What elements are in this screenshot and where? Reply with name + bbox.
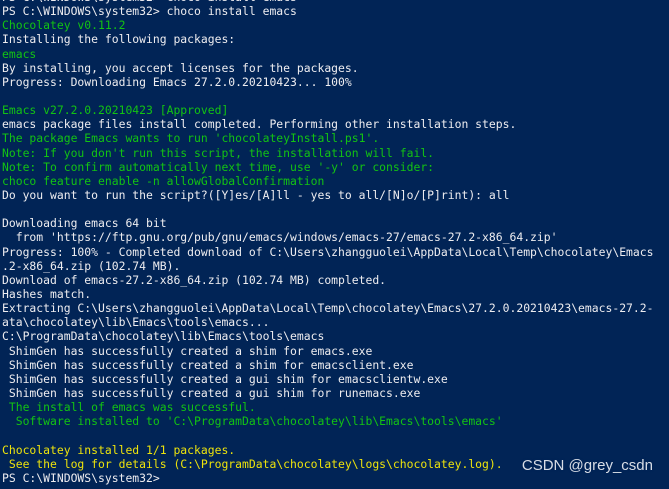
output-line: Progress: Downloading Emacs 27.2.0.20210…	[2, 74, 352, 89]
output-line: The install of emacs was successful.	[2, 400, 256, 415]
output-line: PS C:\WINDOWS\system32> choco install em…	[2, 4, 297, 19]
output-line: C:\ProgramData\chocolatey\lib\Emacs\tool…	[2, 329, 325, 344]
output-line: ShimGen has successfully created a gui s…	[2, 371, 448, 386]
output-line: emacs	[2, 46, 37, 61]
output-line: ata\chocolatey\lib\Emacs\tools\emacs...	[2, 315, 270, 330]
output-line: ShimGen has successfully created a shim …	[2, 357, 414, 372]
output-line: Do you want to run the script?([Y]es/[A]…	[2, 187, 510, 202]
terminal-output[interactable]: PS C:\WINDOWS\system32> choco install em…	[2, 0, 669, 485]
output-line: Extracting C:\Users\zhangguolei\AppData\…	[2, 301, 654, 316]
output-line: The package Emacs wants to run 'chocolat…	[2, 131, 380, 146]
output-line: Hashes match.	[2, 286, 92, 301]
output-line: Chocolatey installed 1/1 packages.	[2, 442, 236, 457]
output-line: emacs package files install completed. P…	[2, 117, 517, 132]
output-line: Emacs v27.2.0.20210423 [Approved]	[2, 103, 229, 118]
output-line: By installing, you accept licenses for t…	[2, 60, 359, 75]
output-line: Installing the following packages:	[2, 32, 236, 47]
output-line: Chocolatey v0.11.2	[2, 18, 126, 33]
output-line: Software installed to 'C:\ProgramData\ch…	[2, 414, 503, 429]
output-line: .2-x86_64.zip (102.74 MB).	[2, 258, 181, 273]
powershell-terminal-window[interactable]: PS C:\WINDOWS\system32> choco install em…	[0, 0, 669, 489]
csdn-watermark: CSDN @grey_csdn	[521, 456, 653, 474]
output-line: choco feature enable -n allowGlobalConfi…	[2, 173, 325, 188]
output-line: ShimGen has successfully created a gui s…	[2, 385, 421, 400]
output-line: Download of emacs-27.2-x86_64.zip (102.7…	[2, 272, 387, 287]
output-line: Downloading emacs 64 bit	[2, 216, 167, 231]
output-line: from 'https://ftp.gnu.org/pub/gnu/emacs/…	[2, 230, 558, 245]
output-line: Note: If you don't run this script, the …	[2, 145, 435, 160]
output-line: Note: To confirm automatically next time…	[2, 159, 435, 174]
output-line: Progress: 100% - Completed download of C…	[2, 244, 654, 259]
output-line: ShimGen has successfully created a shim …	[2, 343, 373, 358]
